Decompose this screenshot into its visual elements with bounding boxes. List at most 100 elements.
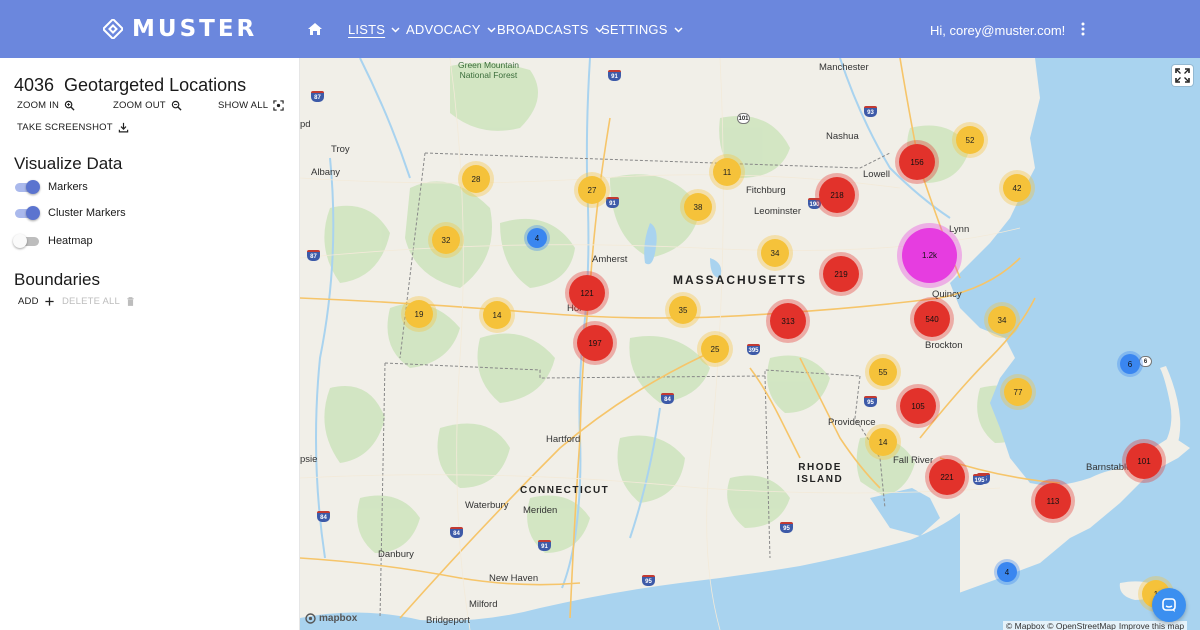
cluster-marker[interactable]: 221 bbox=[929, 459, 965, 495]
place-brockton: Brockton bbox=[925, 340, 963, 351]
place-milford: Milford bbox=[469, 599, 498, 610]
user-greeting[interactable]: Hi, corey@muster.com! bbox=[930, 23, 1065, 38]
take-screenshot-button[interactable]: TAKE SCREENSHOT bbox=[17, 122, 129, 133]
zoom-out-button[interactable]: ZOOM OUT bbox=[113, 100, 182, 111]
fullscreen-icon bbox=[1175, 68, 1190, 83]
place-lowell: Lowell bbox=[863, 169, 890, 180]
chevron-down-icon bbox=[487, 26, 496, 33]
highway-shield: 95 bbox=[864, 396, 877, 407]
boundaries-heading: Boundaries bbox=[14, 270, 101, 289]
fullscreen-button[interactable] bbox=[1172, 65, 1193, 86]
place-meriden: Meriden bbox=[523, 505, 558, 516]
chat-launcher-button[interactable] bbox=[1152, 588, 1186, 622]
cluster-marker[interactable]: 4 bbox=[997, 562, 1017, 582]
cluster-marker[interactable]: 52 bbox=[956, 126, 984, 154]
cluster-marker[interactable]: 121 bbox=[569, 275, 605, 311]
cluster-marker[interactable]: 219 bbox=[823, 256, 859, 292]
heatmap-toggle[interactable]: Heatmap bbox=[13, 234, 93, 248]
attribution-text[interactable]: © Mapbox © OpenStreetMap bbox=[1006, 621, 1116, 630]
cluster-marker[interactable]: 27 bbox=[578, 176, 606, 204]
add-boundary-label: ADD bbox=[18, 296, 39, 307]
highway-shield: 87 bbox=[311, 91, 324, 102]
nav-broadcasts-label: BROADCASTS bbox=[497, 22, 589, 37]
cluster-marker[interactable]: 28 bbox=[462, 165, 490, 193]
cluster-marker[interactable]: 42 bbox=[1003, 174, 1031, 202]
nav-settings[interactable]: SETTINGS bbox=[601, 22, 683, 37]
place-waterbury: Waterbury bbox=[465, 500, 509, 511]
focus-icon bbox=[273, 100, 284, 111]
forest-line-1: Green Mountain bbox=[458, 60, 519, 70]
cluster-marker[interactable]: 6 bbox=[1120, 354, 1140, 374]
cluster-marker[interactable]: 34 bbox=[988, 306, 1016, 334]
cluster-marker[interactable]: 32 bbox=[432, 226, 460, 254]
map-attribution: © Mapbox © OpenStreetMap Improve this map bbox=[1003, 621, 1188, 630]
zoom-out-label: ZOOM OUT bbox=[113, 100, 166, 111]
add-boundary-button[interactable]: ADD bbox=[18, 296, 55, 307]
state-massachusetts: MASSACHUSETTS bbox=[673, 273, 808, 287]
home-icon[interactable] bbox=[307, 22, 323, 36]
highway-shield: 91 bbox=[538, 540, 551, 551]
cluster-marker[interactable]: 14 bbox=[483, 301, 511, 329]
nav-broadcasts[interactable]: BROADCASTS bbox=[497, 22, 604, 37]
delete-all-label: DELETE ALL bbox=[62, 296, 120, 307]
state-connecticut: CONNECTICUT bbox=[520, 485, 610, 496]
state-rhode-island: RHODE ISLAND bbox=[797, 462, 843, 486]
place-fall-river: Fall River bbox=[893, 455, 934, 466]
top-navigation-bar: MUSTER LISTS ADVOCACY BROADCASTS SETTING… bbox=[0, 0, 1200, 58]
cluster-marker[interactable]: 105 bbox=[900, 388, 936, 424]
cluster-marker[interactable]: 35 bbox=[669, 296, 697, 324]
nav-advocacy[interactable]: ADVOCACY bbox=[406, 22, 496, 37]
show-all-button[interactable]: SHOW ALL bbox=[218, 100, 284, 111]
chat-icon bbox=[1162, 598, 1176, 612]
zoom-in-button[interactable]: ZOOM IN bbox=[17, 100, 75, 111]
brand-logo[interactable]: MUSTER bbox=[103, 16, 257, 42]
place-edge-pd: pd bbox=[300, 119, 311, 130]
cluster-marker[interactable]: 1.2k bbox=[902, 228, 957, 283]
improve-map-link[interactable]: Improve this map bbox=[1119, 621, 1184, 630]
cluster-marker[interactable]: 101 bbox=[1126, 443, 1162, 479]
cluster-marker[interactable]: 19 bbox=[405, 300, 433, 328]
forest-label: Green Mountain National Forest bbox=[458, 60, 519, 80]
place-nashua: Nashua bbox=[826, 131, 859, 142]
markers-switch[interactable] bbox=[14, 180, 40, 194]
cluster-markers-switch[interactable] bbox=[14, 206, 40, 220]
nav-settings-label: SETTINGS bbox=[601, 22, 668, 37]
cluster-marker[interactable]: 313 bbox=[770, 303, 806, 339]
more-vertical-icon[interactable] bbox=[1076, 21, 1090, 37]
cluster-marker[interactable]: 77 bbox=[1004, 378, 1032, 406]
nav-lists[interactable]: LISTS bbox=[348, 22, 400, 37]
cluster-marker[interactable]: 4 bbox=[527, 228, 547, 248]
mapbox-logo[interactable]: mapbox bbox=[305, 613, 357, 624]
show-all-label: SHOW ALL bbox=[218, 100, 269, 111]
download-icon bbox=[118, 122, 128, 133]
markers-toggle-label: Markers bbox=[48, 181, 88, 193]
place-albany: Albany bbox=[311, 167, 341, 178]
cluster-markers-toggle-label: Cluster Markers bbox=[48, 207, 126, 219]
cluster-marker[interactable]: 218 bbox=[819, 177, 855, 213]
cluster-marker[interactable]: 14 bbox=[869, 428, 897, 456]
markers-toggle[interactable]: Markers bbox=[14, 180, 88, 194]
cluster-marker[interactable]: 55 bbox=[869, 358, 897, 386]
cluster-marker[interactable]: 197 bbox=[577, 325, 613, 361]
cluster-marker[interactable]: 34 bbox=[761, 239, 789, 267]
cluster-marker[interactable]: 25 bbox=[701, 335, 729, 363]
cluster-marker[interactable]: 38 bbox=[684, 193, 712, 221]
place-lynn: Lynn bbox=[949, 224, 970, 235]
zoom-in-icon bbox=[64, 100, 75, 111]
heatmap-switch[interactable] bbox=[13, 234, 40, 248]
delete-all-boundaries-button[interactable]: DELETE ALL bbox=[62, 296, 136, 307]
cluster-marker[interactable]: 156 bbox=[899, 144, 935, 180]
map-view[interactable]: Green Mountain National Forest Mancheste… bbox=[300, 58, 1200, 630]
cluster-marker[interactable]: 11 bbox=[713, 158, 741, 186]
highway-shield: 84 bbox=[661, 393, 674, 404]
forest-line-2: National Forest bbox=[459, 70, 518, 80]
zoom-out-icon bbox=[171, 100, 182, 111]
cluster-marker[interactable]: 540 bbox=[914, 301, 950, 337]
highway-shield: 95 bbox=[780, 522, 793, 533]
cluster-marker[interactable]: 113 bbox=[1035, 483, 1071, 519]
highway-shield: 84 bbox=[317, 511, 330, 522]
take-screenshot-label: TAKE SCREENSHOT bbox=[17, 122, 113, 133]
highway-shield: 95 bbox=[642, 575, 655, 586]
mapbox-logo-text: mapbox bbox=[319, 613, 358, 624]
cluster-markers-toggle[interactable]: Cluster Markers bbox=[14, 206, 126, 220]
